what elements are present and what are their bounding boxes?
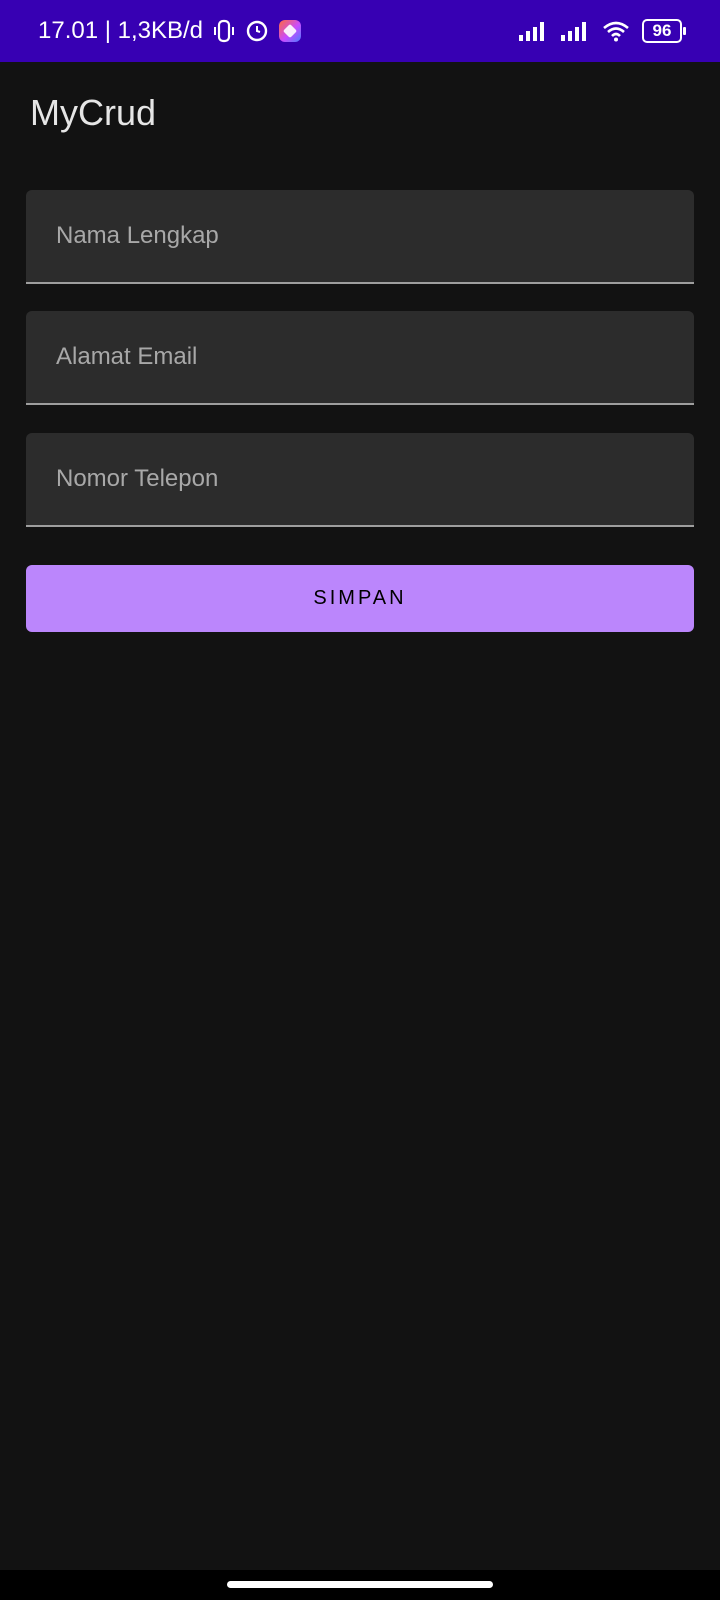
app-notification-icon [279,20,302,42]
battery-tip [683,27,686,35]
app-title: MyCrud [30,92,157,133]
status-right: 96 [518,0,686,62]
phone-field[interactable] [26,433,694,527]
navigation-bar [0,1570,720,1600]
email-field[interactable] [26,311,694,405]
signal-icon [561,22,586,41]
alarm-icon [246,20,268,42]
email-input[interactable] [26,311,694,403]
status-left: 17.01 | 1,3KB/d [38,0,302,62]
battery-icon: 96 [642,19,686,43]
name-field[interactable] [26,190,694,284]
signal-icon [519,22,544,41]
wifi-icon [603,21,629,42]
status-bar: 17.01 | 1,3KB/d 96 [0,0,720,62]
vibrate-icon [214,19,235,43]
status-time-net: 17.01 | 1,3KB/d [38,17,204,44]
name-input[interactable] [26,190,694,282]
battery-level: 96 [642,19,682,43]
phone-input[interactable] [26,433,694,525]
home-indicator[interactable] [227,1581,493,1588]
save-button[interactable]: SIMPAN [26,565,694,632]
